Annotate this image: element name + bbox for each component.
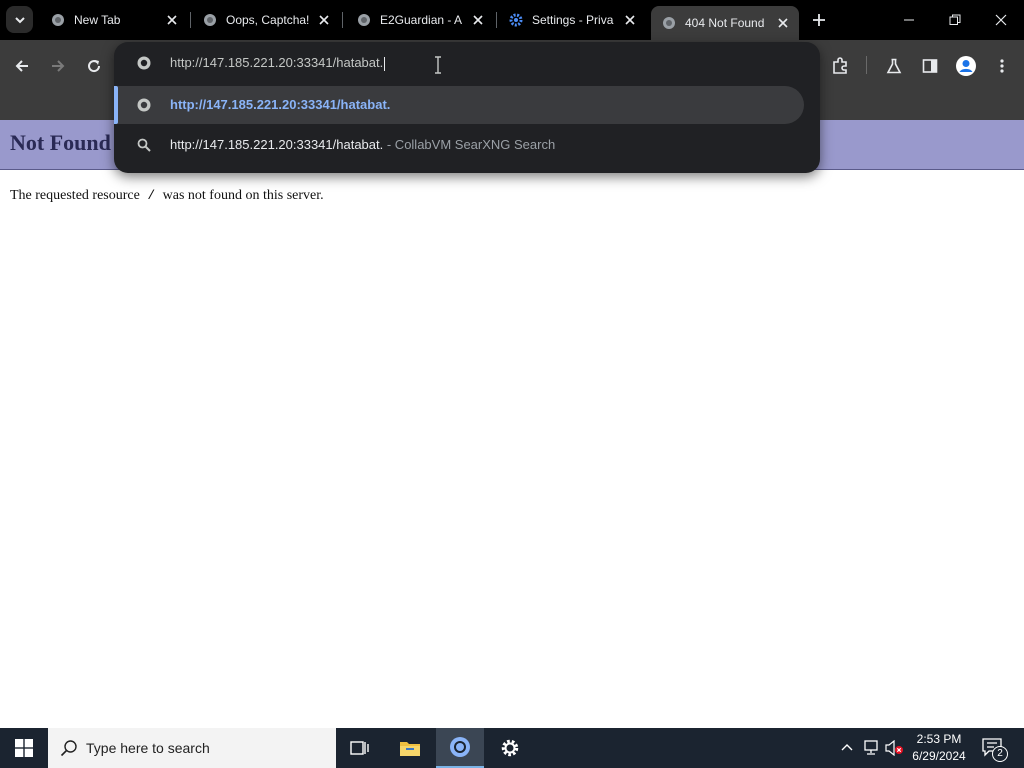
arrow-left-icon — [15, 60, 28, 72]
globe-icon — [356, 12, 372, 28]
close-icon[interactable] — [470, 12, 486, 28]
tab-search-button[interactable] — [6, 6, 33, 33]
tab-separator — [342, 12, 343, 28]
close-window-button[interactable] — [978, 0, 1024, 40]
folder-icon — [400, 742, 420, 756]
address-input[interactable]: http://147.185.221.20:33341/hatabat. — [170, 55, 386, 71]
ibeam-cursor-icon — [433, 56, 443, 74]
suggestion-query-text: http://147.185.221.20:33341/hatabat. — [170, 137, 384, 152]
close-icon[interactable] — [775, 15, 791, 31]
tab-404-not-found[interactable]: 404 Not Found — [651, 6, 799, 40]
globe-icon — [202, 12, 218, 28]
task-view-icon — [350, 741, 369, 755]
tab-title: New Tab — [74, 13, 121, 27]
globe-icon — [661, 15, 677, 31]
taskbar: Type here to search 2:53 PM 6/29/2024 2 — [0, 728, 1024, 768]
globe-icon — [136, 55, 152, 71]
tab-new-tab[interactable]: New Tab — [40, 6, 188, 34]
network-icon — [864, 740, 878, 755]
chevron-down-icon — [14, 16, 25, 23]
network-button[interactable] — [860, 728, 882, 768]
clock-time: 2:53 PM — [916, 732, 962, 746]
taskbar-search-box[interactable]: Type here to search — [48, 728, 336, 768]
globe-icon — [50, 12, 66, 28]
gear-icon — [508, 12, 524, 28]
side-panel-button[interactable] — [916, 52, 944, 80]
chrome-taskbar-button[interactable] — [436, 728, 484, 768]
tab-e2guardian[interactable]: E2Guardian - A — [346, 6, 494, 34]
message-text: The requested resource — [10, 188, 140, 203]
show-hidden-icons-button[interactable] — [836, 728, 858, 768]
tab-separator — [496, 12, 497, 28]
clock-date: 6/29/2024 — [912, 749, 966, 763]
menu-button[interactable] — [988, 52, 1016, 80]
arrow-right-icon — [52, 60, 65, 72]
restore-icon — [949, 14, 961, 25]
minimize-button[interactable] — [886, 0, 932, 40]
globe-icon — [136, 97, 152, 113]
search-icon — [60, 740, 77, 757]
minimize-icon — [904, 19, 914, 21]
extensions-button[interactable] — [826, 52, 854, 80]
windows-icon — [15, 739, 33, 757]
tab-title: Oops, Captcha! — [226, 13, 310, 27]
volume-muted-icon — [885, 740, 903, 756]
search-icon — [136, 137, 152, 153]
notification-center-button[interactable]: 2 — [978, 728, 1008, 768]
forward-button[interactable] — [44, 52, 72, 80]
volume-button[interactable] — [884, 728, 906, 768]
suggestion-url[interactable]: http://147.185.221.20:33341/hatabat. — [114, 86, 804, 124]
taskbar-search-placeholder: Type here to search — [86, 740, 210, 756]
avatar-icon — [956, 56, 976, 76]
suggestion-url-text: http://147.185.221.20:33341/hatabat. — [170, 97, 391, 112]
settings-taskbar-button[interactable] — [486, 728, 534, 768]
reload-button[interactable] — [80, 52, 108, 80]
puzzle-icon — [833, 57, 847, 74]
close-icon[interactable] — [164, 12, 180, 28]
page-title: Not Found — [10, 130, 111, 155]
file-explorer-button[interactable] — [386, 728, 434, 768]
side-panel-icon — [922, 59, 938, 73]
profile-button[interactable] — [952, 52, 980, 80]
message-text: was not found on this server. — [162, 188, 324, 203]
labs-button[interactable] — [880, 52, 908, 80]
tab-title: E2Guardian - A — [380, 13, 463, 27]
chevron-up-icon — [841, 744, 853, 751]
tab-title: Settings - Priva — [532, 13, 614, 27]
selection-indicator — [114, 86, 118, 124]
notification-count-badge: 2 — [992, 746, 1008, 762]
close-icon — [995, 14, 1007, 26]
tab-strip: New Tab Oops, Captcha! E2Guardian - A Se… — [0, 0, 1024, 40]
address-bar[interactable]: http://147.185.221.20:33341/hatabat. — [114, 42, 820, 84]
suggestion-search[interactable]: http://147.185.221.20:33341/hatabat. - C… — [114, 126, 804, 164]
text-caret — [384, 56, 386, 71]
tab-title: 404 Not Found — [685, 16, 765, 30]
suggestion-description: - CollabVM SearXNG Search — [383, 137, 556, 152]
tab-separator — [190, 12, 191, 28]
toolbar-divider — [866, 56, 867, 74]
back-button[interactable] — [8, 52, 36, 80]
close-icon[interactable] — [622, 12, 638, 28]
new-tab-button[interactable] — [808, 9, 830, 31]
taskbar-clock[interactable]: 2:53 PM 6/29/2024 — [904, 731, 974, 765]
kebab-menu-icon — [1000, 59, 1004, 73]
tab-settings[interactable]: Settings - Priva — [498, 6, 646, 34]
chrome-icon — [450, 737, 470, 757]
page-message: The requested resource / was not found o… — [10, 188, 324, 204]
restore-button[interactable] — [932, 0, 978, 40]
start-button[interactable] — [0, 728, 48, 768]
gear-icon — [501, 739, 519, 757]
task-view-button[interactable] — [336, 728, 384, 768]
resource-path: / — [147, 188, 156, 203]
reload-icon — [88, 60, 101, 73]
flask-icon — [886, 58, 902, 74]
plus-icon — [813, 14, 825, 26]
omnibox-dropdown: http://147.185.221.20:33341/hatabat. htt… — [114, 42, 820, 173]
close-icon[interactable] — [316, 12, 332, 28]
tab-oops-captcha[interactable]: Oops, Captcha! — [192, 6, 340, 34]
